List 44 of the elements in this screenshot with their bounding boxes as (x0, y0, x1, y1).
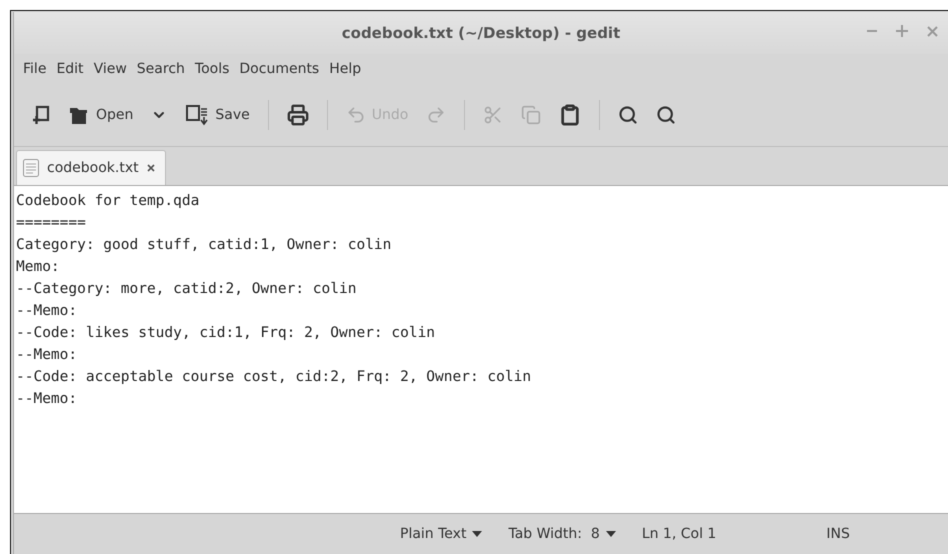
clipboard-icon (559, 104, 582, 126)
language-selector[interactable]: Plain Text (400, 526, 482, 542)
text-line: --Memo: (16, 346, 78, 365)
text-line: --Memo: (16, 390, 78, 409)
tab-width-selector[interactable]: Tab Width: 8 (508, 526, 616, 542)
text-line: Memo: (16, 258, 61, 277)
maximize-icon (896, 25, 908, 37)
save-button[interactable]: Save (179, 100, 256, 130)
search-icon (618, 105, 638, 125)
save-icon (185, 104, 210, 126)
minimize-icon (867, 30, 877, 32)
printer-icon (286, 104, 309, 126)
menu-item[interactable]: View (88, 61, 132, 77)
open-button[interactable]: Open (62, 101, 140, 129)
dropdown-arrow-icon (472, 531, 482, 537)
insert-mode: INS (826, 526, 850, 542)
menu-item[interactable]: Edit (51, 61, 89, 77)
scissors-icon (483, 105, 504, 125)
close-icon (926, 26, 938, 36)
menu-item[interactable]: File (18, 61, 52, 77)
document-tab[interactable]: codebook.txt (16, 150, 166, 185)
new-document-icon (32, 105, 50, 125)
text-file-icon (23, 159, 39, 177)
text-line: ======== (16, 214, 87, 233)
text-line: Category: good stuff, catid:1, Owner: colin (16, 236, 392, 255)
tab-label: codebook.txt (47, 160, 139, 176)
menu-item[interactable]: Documents (234, 61, 324, 77)
undo-icon (346, 105, 366, 125)
text-line: --Memo: (16, 302, 78, 321)
text-line: --Category: more, catid:2, Owner: colin (16, 280, 358, 299)
dropdown-arrow-icon (606, 531, 616, 537)
folder-icon (68, 105, 90, 125)
text-line: --Code: likes study, cid:1, Frq: 2, Owner: colin (16, 324, 436, 343)
window-title: codebook.txt (~/Desktop) - gedit (342, 24, 620, 42)
menu-item[interactable]: Search (132, 61, 190, 77)
text-line: --Code: acceptable course cost, cid:2, Frq: 2, Owner: colin (16, 368, 532, 387)
copy-icon (521, 105, 542, 125)
menu-item[interactable]: Tools (190, 61, 234, 77)
cursor-position: Ln 1, Col 1 (642, 526, 716, 542)
close-tab-icon[interactable] (146, 164, 155, 172)
redo-icon (426, 105, 446, 125)
search-replace-icon (656, 105, 676, 125)
menu-item[interactable]: Help (324, 61, 366, 77)
text-line: Codebook for temp.qda (16, 192, 200, 211)
